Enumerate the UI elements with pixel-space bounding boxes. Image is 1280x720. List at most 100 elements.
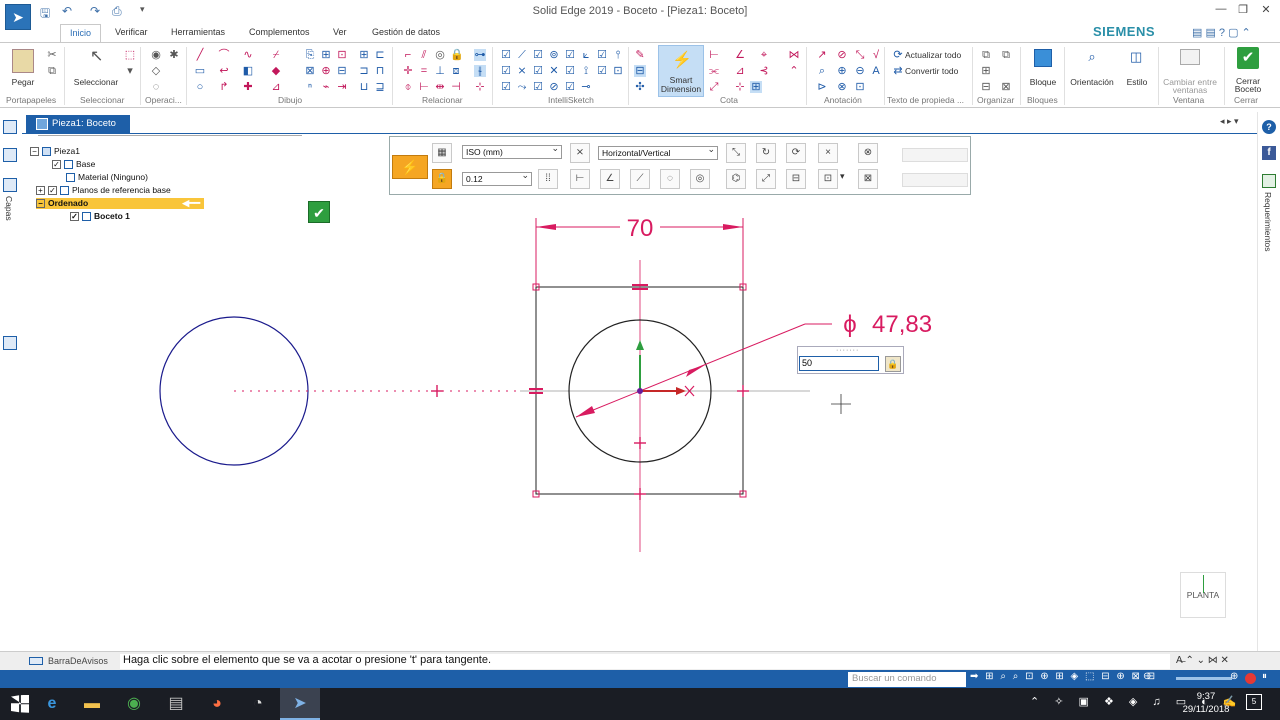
chrome-icon[interactable]: ◉ (114, 688, 154, 720)
line-icon[interactable]: ╱ (194, 49, 206, 61)
intellisketch-icon-4[interactable]: ⫯ (612, 49, 624, 61)
finish-sketch-check-icon[interactable]: ✔ (308, 201, 330, 223)
balloon-icon[interactable]: ⊘ (836, 49, 848, 61)
move-icon[interactable]: ⊡ (336, 49, 348, 61)
seleccionar-label[interactable]: Seleccionar (68, 77, 124, 87)
minimize-button[interactable]: — (1210, 3, 1232, 21)
relation-assist-icon[interactable]: ⫳ (474, 65, 486, 77)
intellisketch-check-7[interactable]: ☑ (564, 65, 576, 77)
intellisketch-check-11[interactable]: ☑ (564, 81, 576, 93)
prompt-bar-label[interactable]: BarraDeAvisos (48, 656, 108, 666)
dim-close-icon[interactable]: × (818, 143, 838, 163)
leader-icon[interactable]: ↗ (816, 49, 828, 61)
inner-circle[interactable] (568, 319, 712, 463)
dim-type-1-icon[interactable]: ⊢ (570, 169, 590, 189)
point-icon[interactable]: ✚ (242, 81, 254, 93)
update-all-icon[interactable]: ⟳ (892, 49, 904, 61)
cota-icon-3[interactable]: ✣ (634, 81, 646, 93)
orientation-icon[interactable]: ⌕ (1086, 50, 1098, 63)
lock-icon[interactable]: 🔒 (450, 49, 464, 61)
close-sketch-check-icon[interactable]: ✔ (1237, 47, 1259, 69)
curve-icon[interactable]: ∿ (242, 49, 254, 61)
operation-icon-1[interactable]: ◉ (150, 49, 162, 61)
dimension-value-input[interactable]: 50 (799, 356, 879, 371)
tree-item-pieza[interactable]: − Pieza1 (30, 146, 80, 157)
collapse-ordenado-icon[interactable]: − (36, 199, 45, 209)
callout-icon[interactable]: ⤡ (854, 49, 866, 61)
operation-icon-4[interactable]: ◌ (150, 81, 162, 93)
zoom-icon[interactable]: ⌕ (816, 65, 828, 77)
stretch-icon[interactable]: ⊟ (336, 65, 348, 77)
text-icon[interactable]: A (870, 65, 882, 77)
ribbon-options-icon[interactable]: ▤ ▤ ? ▢ ⌃ (1192, 26, 1251, 39)
intellisketch-icon-2[interactable]: ⊚ (548, 49, 560, 61)
intellisketch-icon-11[interactable]: ⊸ (580, 81, 592, 93)
dim-option-7-icon[interactable]: ⊡ (818, 169, 838, 189)
capas-icon[interactable] (3, 178, 17, 192)
dim-type-3-icon[interactable]: ⟋ (630, 169, 650, 189)
view-cube[interactable]: PLANTA (1180, 572, 1226, 618)
app-icon-6[interactable]: ◔ (238, 688, 278, 720)
cambiar-ventanas-label-2[interactable]: ventanas (1160, 86, 1220, 95)
equal-icon[interactable]: = (418, 65, 430, 77)
rotate-icon[interactable]: ⊠ (304, 65, 316, 77)
trim-icon[interactable]: ⌿ (270, 49, 282, 61)
pattern-icon[interactable]: ⊞ (358, 49, 370, 61)
convertir-todo-label[interactable]: Convertir todo (905, 66, 958, 76)
operation-icon-2[interactable]: ✱ (168, 49, 180, 61)
chamfer-dim-icon[interactable]: ⊿ (734, 65, 746, 77)
prompt-bar-icon[interactable] (29, 657, 43, 665)
bloque-label[interactable]: Bloque (1024, 77, 1062, 87)
zoom-in-icon[interactable]: ⊕ (1230, 671, 1238, 682)
paste-icon[interactable] (12, 49, 34, 73)
rectangle-icon[interactable]: ▭ (194, 65, 206, 77)
tab-complementos[interactable]: Complementos (249, 24, 310, 42)
tab-verificar[interactable]: Verificar (115, 24, 148, 42)
symmetric-dim-icon[interactable]: ⫘ (708, 65, 720, 77)
intellisketch-icon-10[interactable]: ⊘ (548, 81, 560, 93)
facebook-icon[interactable]: f (1262, 146, 1276, 160)
edge-browser-icon[interactable]: e (32, 688, 72, 720)
planos-checkbox[interactable]: ✓ (48, 186, 57, 196)
fillet-icon[interactable]: ↱ (218, 81, 230, 93)
dim-option-8-icon[interactable]: ⊗ (858, 143, 878, 163)
intellisketch-check-1[interactable]: ☑ (500, 49, 512, 61)
app-icon-4[interactable]: ▤ (156, 688, 196, 720)
document-tab[interactable]: Pieza1: Boceto (26, 115, 130, 134)
cota-icon-2[interactable]: ⊟ (634, 65, 646, 77)
dim-option-9-icon[interactable]: ⊠ (858, 169, 878, 189)
mirror-icon[interactable]: ⊿ (270, 81, 282, 93)
intellisketch-icon-7[interactable]: ⟟ (580, 65, 592, 77)
cota-icon-5[interactable]: ⌃ (788, 65, 800, 77)
tolerance-select[interactable]: 0.12 (462, 170, 532, 186)
block-icon[interactable] (1034, 49, 1052, 67)
layers-icon[interactable] (3, 148, 17, 162)
cota-icon-1[interactable]: ✎ (634, 49, 646, 61)
intellisketch-check-9[interactable]: ☑ (500, 81, 512, 93)
zoom-slider[interactable] (1176, 677, 1232, 680)
dim-type-4-icon[interactable]: ◌ (660, 169, 680, 189)
midpoint-icon[interactable]: ⊣ (450, 81, 462, 93)
include-icon[interactable]: ⊞ (320, 49, 332, 61)
cota-icon-4[interactable]: ⋈ (788, 49, 800, 61)
dim-option-5-icon[interactable]: ⤢ (756, 169, 776, 189)
center-mark-icon[interactable]: ⊗ (836, 81, 848, 93)
switch-windows-icon[interactable] (1180, 49, 1200, 65)
cota-icon-8[interactable]: ⊞ (750, 81, 762, 93)
tree-item-boceto[interactable]: ✓ Boceto 1 (70, 211, 130, 222)
smart-dimension-button[interactable]: ⚡ Smart Dimension (658, 45, 704, 97)
distance-between-icon[interactable]: ⊢ (708, 49, 720, 61)
pegar-label[interactable]: Pegar (6, 77, 40, 87)
weld-icon[interactable]: ⊖ (854, 65, 866, 77)
copy-icon[interactable]: ⧉ (46, 65, 58, 77)
angular-coordinate-icon[interactable]: ⊰ (758, 65, 770, 77)
circle-icon[interactable]: ○ (194, 81, 206, 93)
intellisketch-icon-6[interactable]: ✕ (548, 65, 560, 77)
smart-dimension-mode-icon[interactable]: ⚡ (392, 155, 428, 179)
pattern3-icon[interactable]: ⊐ (358, 65, 370, 77)
sketch-canvas[interactable]: 70 ϕ 47,83 (0, 0, 1280, 720)
zoom-out-icon[interactable]: ⊖ (1143, 671, 1151, 682)
bring-front-icon[interactable]: ⧉ (980, 49, 992, 61)
expand-icon[interactable]: + (36, 186, 45, 196)
intellisketch-icon-5[interactable]: ⨯ (516, 65, 528, 77)
